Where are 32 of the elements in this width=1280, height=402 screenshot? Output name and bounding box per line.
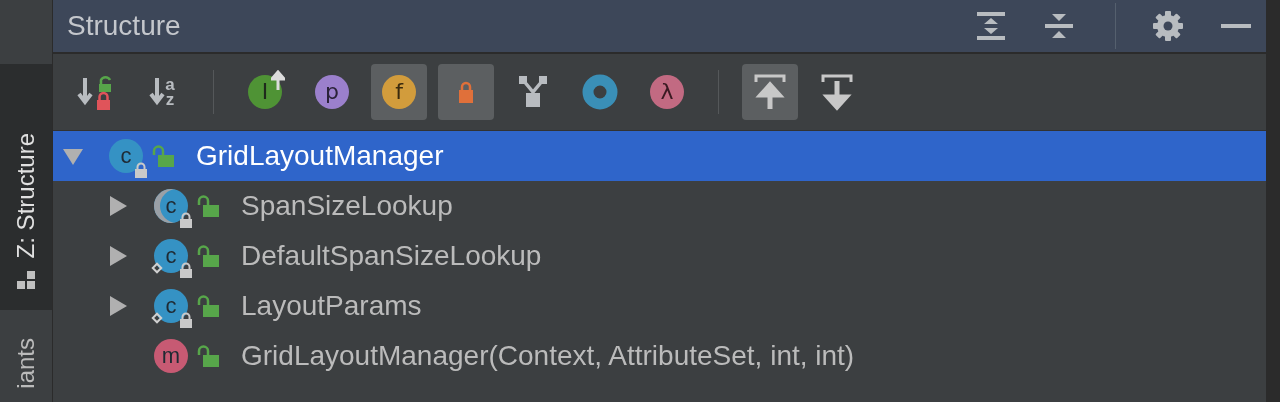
unlocked-icon: [197, 194, 221, 218]
branch-icon: [518, 75, 548, 109]
unlocked-icon: [197, 244, 221, 268]
tree-label: SpanSizeLookup: [241, 190, 453, 222]
show-fields-button[interactable]: f: [371, 64, 427, 120]
show-properties-button[interactable]: p: [304, 64, 360, 120]
arrow-down-bracket-icon: [820, 73, 854, 111]
show-lambdas-button[interactable]: λ: [639, 64, 695, 120]
tree-label: GridLayoutManager: [196, 140, 444, 172]
sort-alphabetically-button[interactable]: a z: [134, 64, 190, 120]
up-arrow-icon: [271, 70, 285, 90]
tree-row[interactable]: c GridLayoutManager: [53, 131, 1266, 181]
unlocked-icon: [152, 144, 176, 168]
tree-row[interactable]: c DefaultSpanSizeLookup: [53, 231, 1266, 281]
show-inherited-button[interactable]: I: [237, 64, 293, 120]
tree-label: DefaultSpanSizeLookup: [241, 240, 542, 272]
tree-row[interactable]: m GridLayoutManager(Context, AttributeSet, int, int): [53, 331, 1266, 381]
tree-label: GridLayoutManager(Context, AttributeSet, int, int): [241, 340, 855, 372]
structure-icon: [16, 270, 36, 290]
settings-icon[interactable]: [1152, 10, 1184, 42]
autoscroll-to-source-button[interactable]: [742, 64, 798, 120]
panel-title: Structure: [67, 10, 182, 42]
unlocked-icon: [197, 294, 221, 318]
tree-row[interactable]: c SpanSizeLookup: [53, 181, 1266, 231]
ring-icon: [582, 74, 618, 110]
side-tab[interactable]: Z: Structure: [0, 64, 52, 310]
unlocked-icon: [197, 344, 221, 368]
tree-label: LayoutParams: [241, 290, 422, 322]
tree-row[interactable]: c LayoutParams: [53, 281, 1266, 331]
lock-icon: [456, 80, 476, 104]
expand-all-icon[interactable]: [975, 10, 1007, 42]
arrow-up-bracket-icon: [753, 73, 787, 111]
